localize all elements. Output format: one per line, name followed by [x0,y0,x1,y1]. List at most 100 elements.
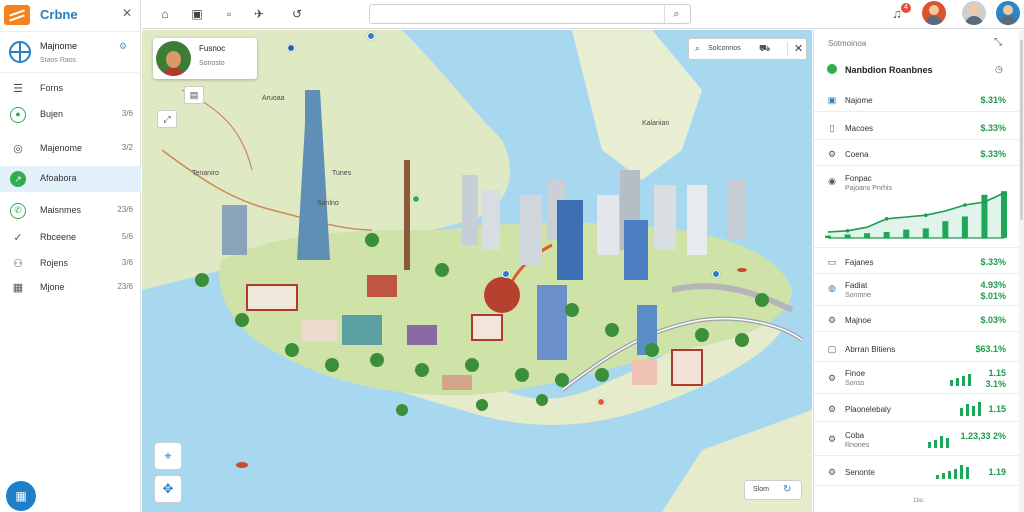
stat-row[interactable]: ⚙ Coena $.33% [814,140,1020,166]
building [482,190,500,250]
map-pin[interactable] [287,44,295,52]
chart-bar [1001,191,1007,238]
sidebar-item-7[interactable]: ▦ Mjone 23/6 [0,275,141,301]
house [302,320,337,342]
stat-value: $.31% [980,95,1006,105]
image-icon[interactable]: ▣ [188,5,206,23]
stat-row[interactable]: ⚙ Finoe Sonss 1.15 3.1% [814,362,1020,394]
boat [236,462,248,468]
gear-icon: ⚙ [827,315,837,325]
stat-label: Majnoe [845,316,872,325]
map-pin[interactable] [712,270,720,278]
map-pin[interactable] [412,195,420,203]
avatar[interactable] [962,1,986,25]
sidebar-item-label: Bujen [40,109,64,119]
settings-icon[interactable]: ⚙ [119,41,127,52]
map-info-card[interactable]: Fusnoc Sonosto [153,38,257,79]
collapse-icon[interactable]: ⤡ [994,37,1002,48]
refresh-icon[interactable]: ↻ [783,484,791,495]
file-icon: ▯ [829,123,835,133]
stat-row[interactable]: ▣ Najome $.31% [814,86,1020,112]
search-icon: ⌕ [695,43,701,53]
stat-row[interactable]: ⚙ Senonte 1.19 [814,456,1020,486]
doc-icon: ▭ [827,257,837,267]
avatar [156,41,191,76]
stat-value: $.03% [980,315,1006,325]
layers-icon[interactable]: ▤ [184,86,204,104]
avatar[interactable] [996,1,1020,25]
sidebar-item-6[interactable]: ⚇ Rojens 3/6 [0,251,141,277]
building [654,185,676,250]
building [597,195,619,255]
chart-point [963,203,967,207]
sidebar-item-4[interactable]: ✆ Maisnmes 23/6 [0,198,141,224]
stat-label: Plaonelebaly [845,405,891,414]
home-icon[interactable]: ⌂ [156,5,174,23]
stat-label: Najome [845,96,873,105]
sidebar-item-value: 23/6 [117,282,133,291]
car-icon[interactable]: ⛟ [759,43,770,55]
chart-row[interactable]: ◉ Fonpac Pajoans Pnrhis [814,166,1020,248]
panel-header: Sotmoinoa [828,39,867,48]
landmass-northeast [572,30,702,180]
pin-icon: ◍ [828,283,836,293]
sidebar-item-value: 3/2 [121,143,133,152]
stat-row[interactable]: ▭ Fajanes $.33% [814,248,1020,274]
stat-row[interactable]: ⚙ Majnoe $.03% [814,306,1020,332]
map-pin[interactable] [367,32,375,40]
map-pin[interactable] [502,270,510,278]
check-icon: ✓ [13,232,23,244]
brand-logo [4,5,30,25]
stat-label: Coena [845,150,869,159]
house [407,325,437,345]
search-icon[interactable]: ⌕ [664,5,688,23]
sidebar-item-0[interactable]: ☰ Forns [0,76,141,102]
search-input[interactable] [369,4,691,24]
close-icon[interactable]: ✕ [787,42,803,55]
chart-point [1002,191,1006,195]
route-icon: ↗ [10,171,26,187]
expand-icon[interactable]: ⤢ [157,110,177,128]
panel-scrollbar[interactable] [1019,30,1024,512]
map-search-box[interactable]: ⌕ Solconnos ⛟ ✕ [688,38,807,60]
left-sidebar: Crbne ✕ Majnome Staos Raos ⚙ ☰ Forns ● B… [0,0,141,512]
house [246,284,298,311]
sidebar-item-5[interactable]: ✓ Rbceene 5/6 [0,225,141,251]
grid-icon: ▦ [12,282,24,294]
stat-row[interactable]: ◍ Fadiat Sonmne 4.93% $.01% [814,274,1020,306]
account-title: Majnome [40,41,78,51]
building-blue [624,220,648,280]
scrollbar-thumb[interactable] [1020,40,1023,220]
mini-bar-chart [936,465,969,479]
location-icon[interactable]: ⌖ [154,442,182,470]
stat-label: Senonte [845,468,875,477]
building-icon[interactable]: ▦ [6,481,36,511]
map-canvas[interactable]: Aruoaa Tenaniro Tunes Sonlno Kalanian Fu… [142,30,812,512]
clock-icon[interactable]: ◷ [995,64,1003,75]
stat-row[interactable]: ⚙ Plaonelebaly 1.15 [814,394,1020,422]
map-label: Kalanian [642,120,670,127]
close-icon[interactable]: ✕ [122,6,132,20]
history-icon[interactable]: ↺ [288,5,306,23]
stat-row[interactable]: ▢ Abrran Bitiens $63.1% [814,334,1020,362]
dome-building [484,277,520,313]
sidebar-item-2[interactable]: ◎ Majenome 3/2 [0,136,141,162]
sidebar-item-value: 3/6 [121,109,133,118]
globe-icon [9,41,31,63]
stat-row[interactable]: ▯ Macoes $.33% [814,114,1020,140]
sidebar-item-3[interactable]: ↗ Afoabora [0,166,141,192]
map-pin[interactable] [597,398,605,406]
stat-label: Fadiat [845,281,868,290]
stat-value: 4.93% [980,280,1006,290]
chart-bar [864,233,871,238]
move-icon[interactable]: ✥ [154,475,182,503]
map-zoom-control[interactable]: Slom ↻ [744,480,802,500]
plane-icon[interactable]: ✈ [250,5,268,23]
stat-sublabel: Sonss [845,380,865,387]
account-header[interactable]: Majnome Staos Raos ⚙ [0,31,141,73]
house [367,275,397,297]
sidebar-item-1[interactable]: ● Bujen 3/6 [0,102,141,128]
layers-icon[interactable]: ▫ [220,5,238,23]
stat-row[interactable]: ⚙ Coba Rnones 1.23,33 2% [814,422,1020,456]
avatar[interactable] [922,1,946,25]
